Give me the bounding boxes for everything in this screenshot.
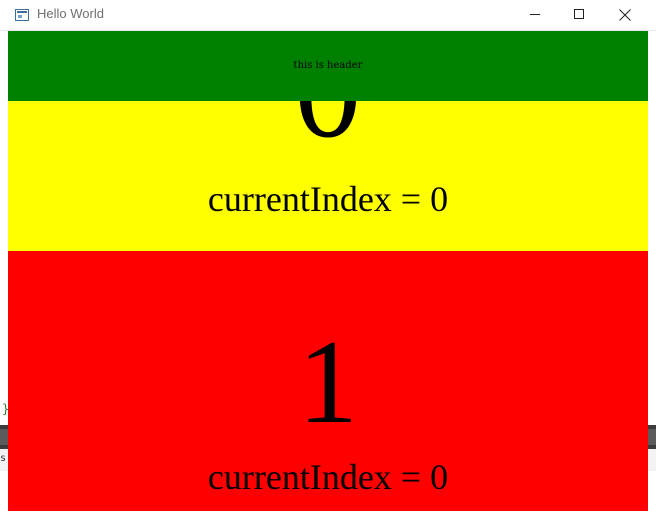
current-index-label: currentIndex = 0 [207,179,449,219]
window-title: Hello World [37,6,104,21]
maximize-button[interactable] [556,0,602,30]
close-button[interactable] [602,0,648,30]
maximize-icon [574,9,584,19]
header-bar: this is header [8,31,648,101]
header-text: this is header [293,60,363,71]
close-icon [619,9,631,21]
minimize-icon [530,14,540,15]
app-window: Hello World this is header 0 currentInde… [0,0,656,519]
app-window-icon [15,9,29,21]
page-0: 0 currentIndex = 0 [8,101,648,251]
page-number: 0 [8,101,648,173]
current-index-label: currentIndex = 0 [207,457,449,497]
minimize-button[interactable] [512,0,558,30]
title-bar[interactable]: Hello World [0,0,656,31]
client-area: this is header 0 currentIndex = 0 1 curr… [8,31,648,511]
page-number: 1 [298,315,358,448]
page-1: 1 currentIndex = 0 [8,251,648,511]
